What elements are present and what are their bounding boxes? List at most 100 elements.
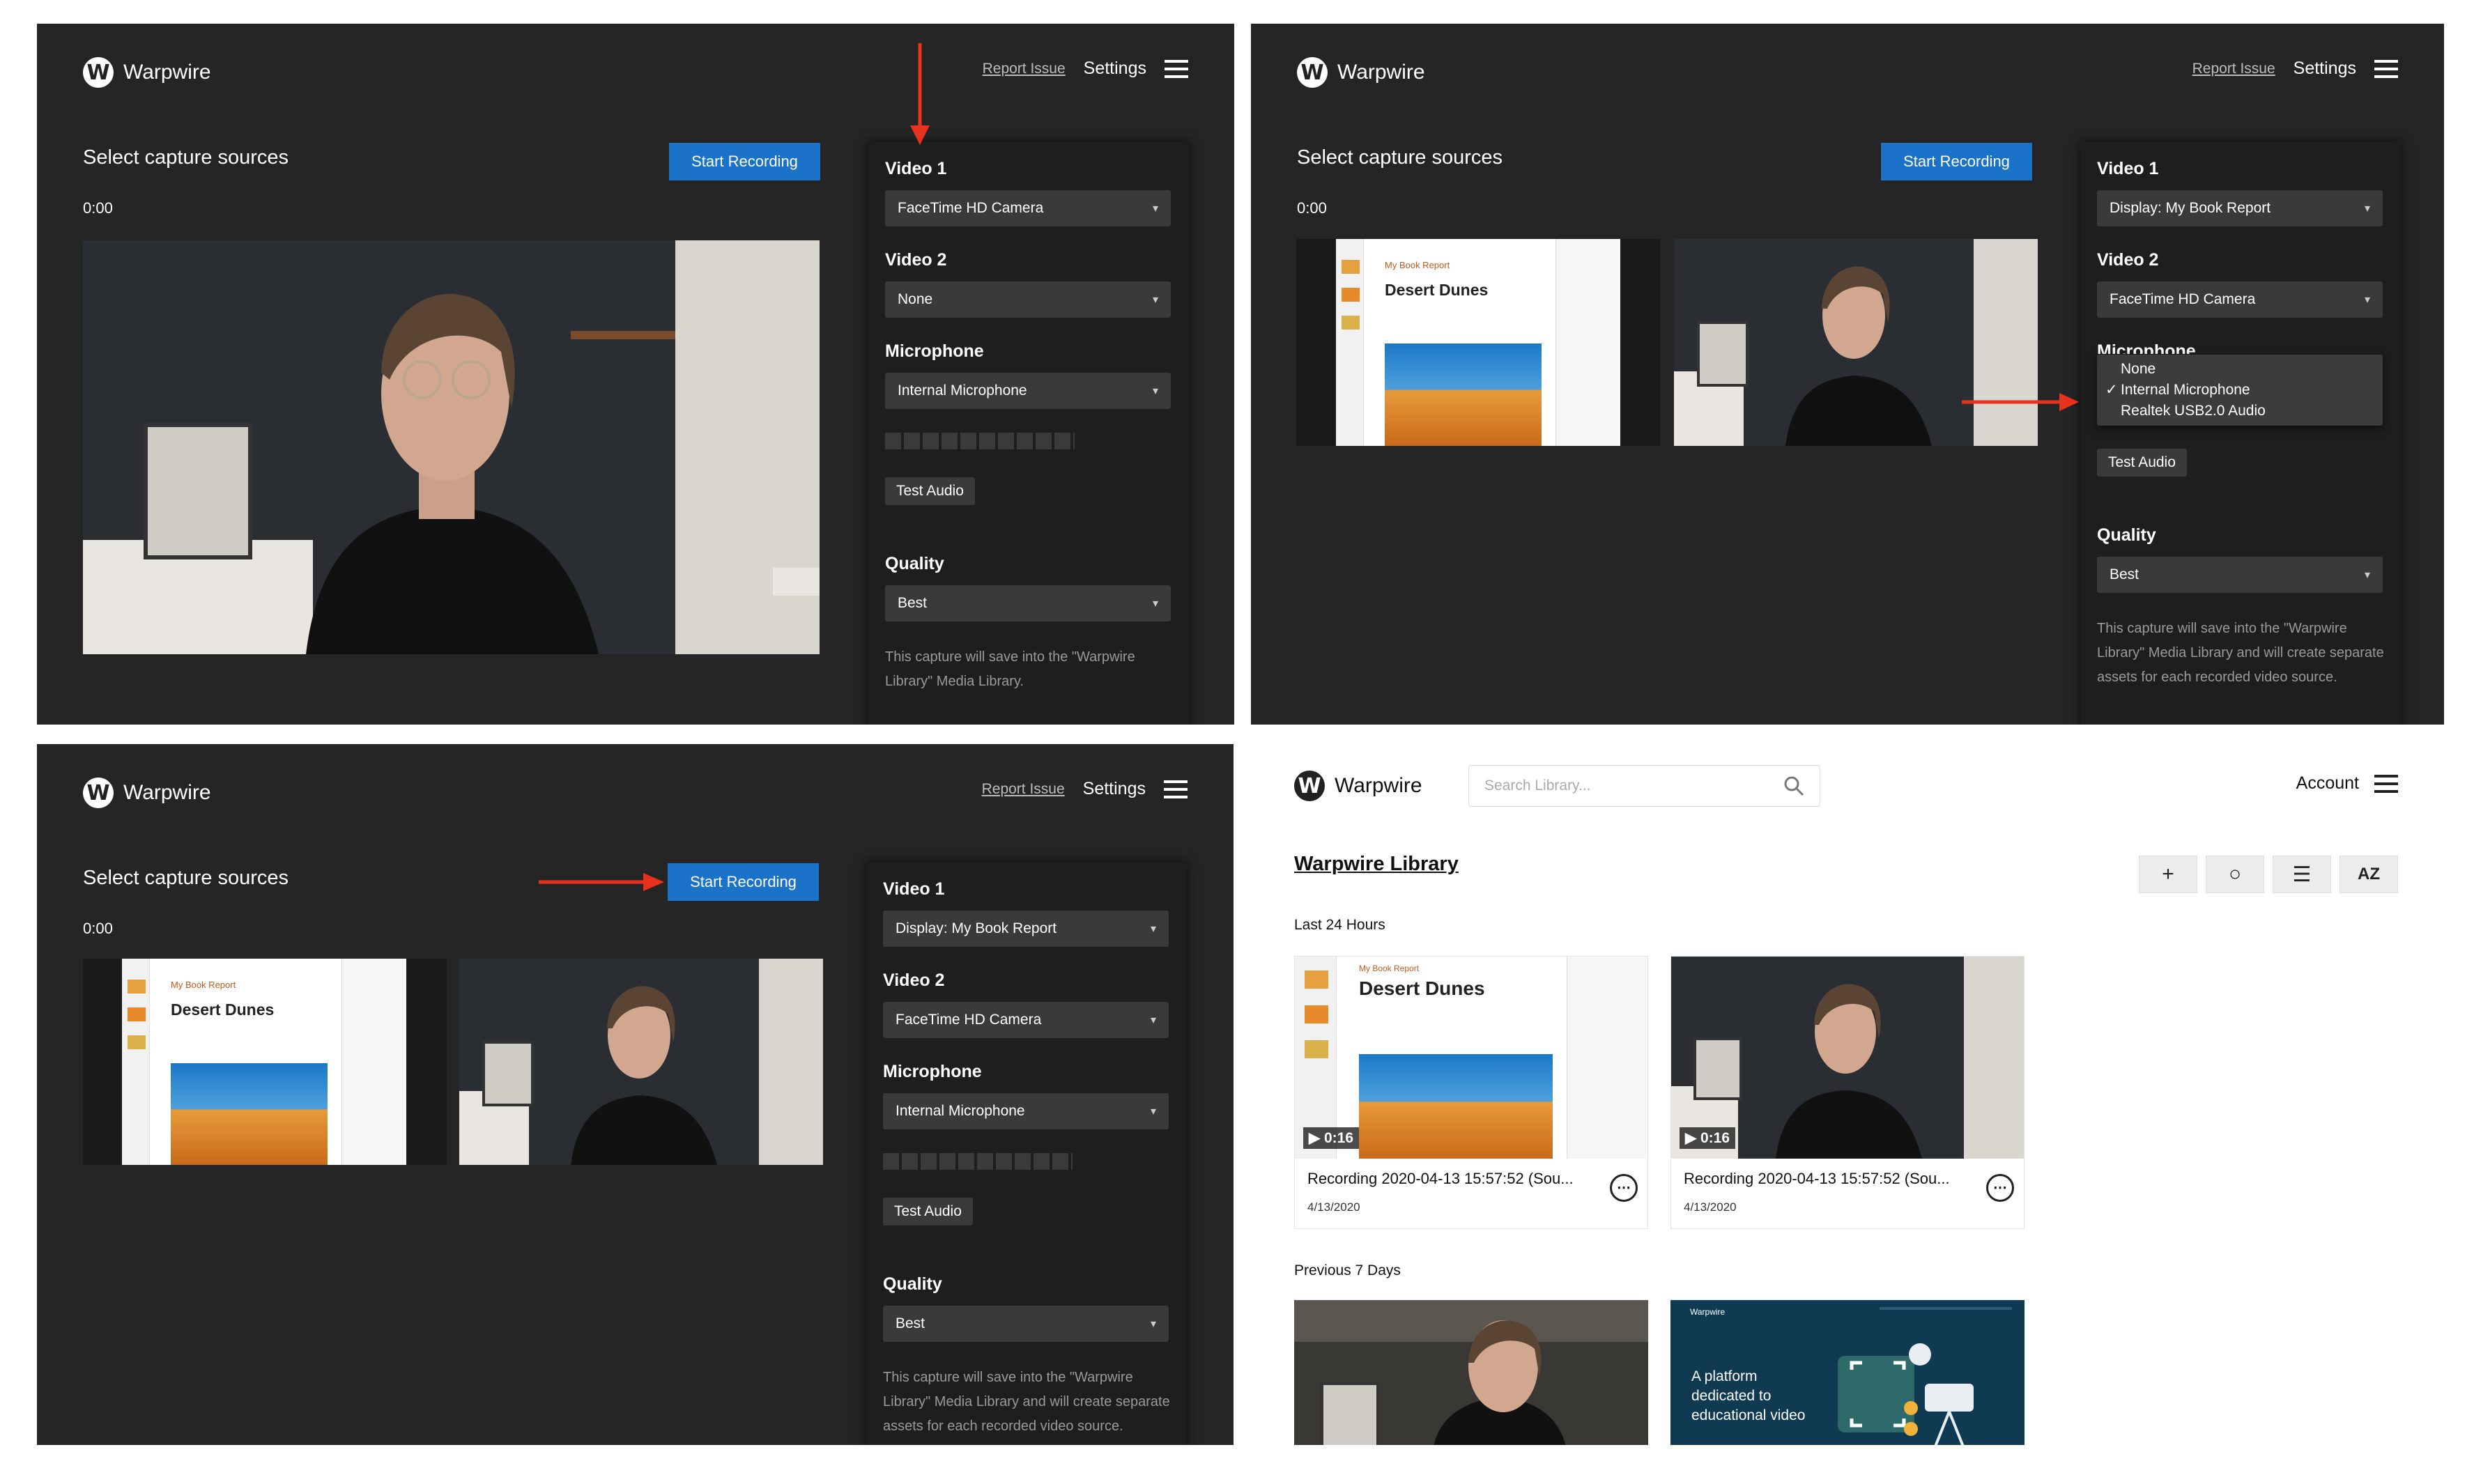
quality-select[interactable]: Best ▾ — [885, 585, 1171, 621]
video2-value: None — [898, 291, 933, 307]
video1-value: FaceTime HD Camera — [898, 200, 1044, 216]
video-illustration-icon — [1838, 1343, 1974, 1445]
more-options-icon[interactable]: ⋯ — [1986, 1174, 2014, 1202]
video2-label: Video 2 — [883, 971, 945, 990]
slide-title: Desert Dunes — [1385, 281, 1489, 299]
promo-card[interactable]: Warpwire A platform dedicated to educati… — [1670, 1300, 2024, 1445]
sort-az-icon[interactable]: AZ — [2339, 856, 2398, 893]
video2-label: Video 2 — [885, 250, 947, 270]
record-icon[interactable]: ○ — [2206, 856, 2264, 893]
media-title[interactable]: Recording 2020-04-13 15:57:52 (Sou... — [1684, 1170, 1976, 1188]
page-title: Select capture sources — [83, 146, 289, 169]
warpwire-logo[interactable]: W Warpwire — [83, 778, 211, 808]
save-note: This capture will save into the "Warpwir… — [883, 1370, 1170, 1434]
media-card[interactable]: ▶ 0:16 Recording 2020-04-13 15:57:52 (So… — [1670, 956, 2024, 1229]
warpwire-logo-icon: W — [83, 57, 114, 88]
menu-icon[interactable] — [2374, 774, 2398, 793]
video1-select[interactable]: FaceTime HD Camera ▾ — [885, 190, 1171, 226]
menu-icon[interactable] — [2374, 59, 2398, 78]
microphone-label: Microphone — [2097, 341, 2196, 354]
chevron-down-icon: ▾ — [1150, 1014, 1156, 1026]
report-issue-link[interactable]: Report Issue — [2192, 61, 2275, 77]
add-icon[interactable]: + — [2139, 856, 2197, 893]
warpwire-logo-icon: W — [1294, 771, 1325, 801]
slide-kicker: My Book Report — [1385, 260, 1450, 270]
mic-option-realtek[interactable]: Realtek USB2.0 Audio — [2097, 401, 2383, 422]
search-input[interactable]: Search Library... — [1468, 765, 1820, 807]
video1-select[interactable]: Display: My Book Report ▾ — [2097, 190, 2383, 226]
display-preview: My Book Report Desert Dunes — [83, 959, 447, 1165]
capture-panel-dual-source-dropdown: W Warpwire Report Issue Settings Select … — [1251, 24, 2444, 725]
slide-kicker: My Book Report — [1359, 964, 1420, 973]
media-thumbnail[interactable]: ▶ 0:16 — [1671, 957, 2024, 1159]
library-panel: W Warpwire Search Library... Account War… — [1251, 744, 2444, 1445]
video2-label: Video 2 — [2097, 250, 2159, 270]
quality-label: Quality — [2097, 525, 2156, 545]
slide-thumbnail: My Book Report Desert Dunes — [122, 959, 406, 1165]
settings-link[interactable]: Settings — [2294, 59, 2356, 79]
video1-label: Video 1 — [885, 159, 947, 178]
account-link[interactable]: Account — [2296, 773, 2359, 794]
media-date: 4/13/2020 — [1307, 1200, 1360, 1214]
chevron-down-icon: ▾ — [1150, 1106, 1156, 1118]
report-issue-link[interactable]: Report Issue — [982, 781, 1065, 798]
red-arrow-right-icon — [1962, 393, 2079, 411]
save-note: This capture will save into the "Warpwir… — [885, 649, 1135, 689]
warpwire-logo[interactable]: W Warpwire — [83, 57, 211, 88]
settings-link[interactable]: Settings — [1083, 779, 1146, 799]
chevron-down-icon: ▾ — [1152, 203, 1158, 215]
microphone-label: Microphone — [885, 341, 984, 361]
start-recording-button[interactable]: Start Recording — [668, 863, 819, 901]
report-issue-link[interactable]: Report Issue — [983, 61, 1066, 77]
video2-select[interactable]: FaceTime HD Camera ▾ — [2097, 281, 2383, 318]
chevron-down-icon: ▾ — [1152, 598, 1158, 610]
app-name: Warpwire — [1337, 61, 1425, 84]
media-card[interactable] — [1294, 1300, 1648, 1445]
test-audio-button[interactable]: Test Audio — [2097, 449, 2187, 477]
chevron-down-icon: ▾ — [2364, 569, 2370, 581]
test-audio-button[interactable]: Test Audio — [883, 1198, 973, 1226]
quality-select[interactable]: Best ▾ — [883, 1306, 1169, 1342]
menu-icon[interactable] — [1164, 780, 1188, 798]
list-view-icon[interactable]: ☰ — [2273, 856, 2331, 893]
mic-option-internal[interactable]: ✓ Internal Microphone — [2097, 380, 2383, 401]
media-title[interactable]: Recording 2020-04-13 15:57:52 (Sou... — [1307, 1170, 1600, 1188]
search-icon[interactable] — [1783, 775, 1804, 796]
video1-select[interactable]: Display: My Book Report ▾ — [883, 911, 1169, 947]
video1-label: Video 1 — [2097, 159, 2159, 178]
checkmark-icon: ✓ — [2105, 382, 2118, 398]
start-recording-button[interactable]: Start Recording — [1881, 143, 2032, 180]
media-card[interactable]: My Book Report Desert Dunes ▶ 0:16 Recor… — [1294, 956, 1648, 1229]
microphone-select[interactable]: Internal Microphone ▾ — [883, 1093, 1169, 1129]
save-note: This capture will save into the "Warpwir… — [2097, 621, 2384, 685]
display-preview: My Book Report Desert Dunes — [1296, 239, 1660, 446]
video2-select[interactable]: None ▾ — [885, 281, 1171, 318]
chevron-down-icon: ▾ — [2364, 294, 2370, 306]
recording-timer: 0:00 — [83, 199, 113, 217]
mic-option-none[interactable]: None — [2097, 359, 2383, 380]
video2-value: FaceTime HD Camera — [2110, 291, 2256, 307]
library-title[interactable]: Warpwire Library — [1294, 853, 1459, 876]
chevron-down-icon: ▾ — [1152, 294, 1158, 306]
quality-value: Best — [896, 1315, 925, 1331]
search-placeholder: Search Library... — [1484, 778, 1591, 794]
menu-icon[interactable] — [1165, 59, 1188, 78]
chevron-down-icon: ▾ — [1152, 385, 1158, 397]
video2-value: FaceTime HD Camera — [896, 1012, 1042, 1028]
more-options-icon[interactable]: ⋯ — [1610, 1174, 1638, 1202]
quality-select[interactable]: Best ▾ — [2097, 557, 2383, 593]
page-title: Select capture sources — [1297, 146, 1503, 169]
microphone-dropdown-menu[interactable]: None ✓ Internal Microphone Realtek USB2.0… — [2097, 355, 2383, 426]
media-thumbnail[interactable] — [1294, 1300, 1648, 1445]
quality-label: Quality — [883, 1274, 942, 1294]
microphone-value: Internal Microphone — [896, 1103, 1025, 1119]
microphone-select[interactable]: Internal Microphone ▾ — [885, 373, 1171, 409]
video2-select[interactable]: FaceTime HD Camera ▾ — [883, 1002, 1169, 1038]
settings-link[interactable]: Settings — [1084, 59, 1146, 79]
start-recording-button[interactable]: Start Recording — [669, 143, 820, 180]
warpwire-logo[interactable]: W Warpwire — [1294, 771, 1422, 801]
test-audio-button[interactable]: Test Audio — [885, 477, 975, 505]
media-thumbnail[interactable]: My Book Report Desert Dunes ▶ 0:16 — [1295, 957, 1647, 1159]
warpwire-logo[interactable]: W Warpwire — [1297, 57, 1425, 88]
page-title: Select capture sources — [83, 867, 289, 889]
